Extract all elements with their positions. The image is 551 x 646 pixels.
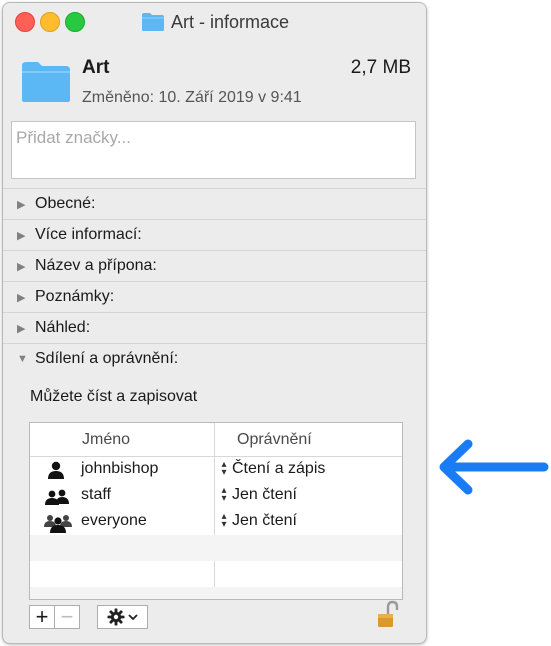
sections-list: ▶ Obecné: ▶ Více informací: ▶ Název a př…	[3, 188, 426, 374]
permission-popup[interactable]: ▴ ▾ Čtení a zápis	[218, 460, 325, 478]
empty-row	[30, 561, 402, 587]
info-window: Art - informace Art 2,7 MB Změněno: 10. …	[2, 2, 427, 644]
file-size: 2,7 MB	[350, 57, 411, 78]
file-header: Art 2,7 MB Změněno: 10. Září 2019 v 9:41	[3, 39, 426, 119]
title-bar: Art - informace	[3, 3, 426, 39]
permission-value: Jen čtení	[232, 486, 297, 503]
popup-arrows-icon: ▴ ▾	[221, 459, 227, 478]
disclosure-triangle-icon: ▶	[17, 260, 26, 273]
popup-arrows-icon: ▴ ▾	[221, 511, 227, 530]
empty-row	[30, 535, 402, 561]
everyone-icon	[44, 515, 72, 533]
disclosure-triangle-icon: ▶	[17, 198, 26, 211]
window-title: Art - informace	[141, 11, 289, 33]
annotation-arrow-icon	[439, 439, 549, 495]
group-icon	[45, 489, 69, 505]
disclosure-triangle-open-icon: ▼	[17, 353, 28, 365]
permission-value: Jen čtení	[232, 512, 297, 529]
table-row[interactable]: staff ▴ ▾ Jen čtení	[30, 483, 402, 509]
folder-icon	[142, 13, 164, 31]
permission-value: Čtení a zápis	[232, 460, 326, 477]
user-name: everyone	[81, 512, 147, 529]
disclosure-triangle-icon: ▶	[17, 322, 26, 335]
table-header: Jméno Oprávnění	[30, 423, 402, 457]
section-label: Náhled:	[35, 319, 91, 336]
add-remove-buttons: + −	[29, 604, 80, 629]
empty-row	[30, 587, 402, 599]
file-name: Art	[82, 57, 110, 78]
permission-popup[interactable]: ▴ ▾ Jen čtení	[218, 511, 297, 530]
table-row[interactable]: johnbishop ▴ ▾ Čtení a zápis	[30, 457, 402, 483]
section-label: Obecné:	[35, 195, 96, 212]
permissions-table: Jméno Oprávnění johnbishop ▴ ▾ Čtení a zá…	[29, 422, 403, 600]
section-name-extension[interactable]: ▶ Název a přípona:	[3, 250, 426, 281]
section-sharing-permissions[interactable]: ▼ Sdílení a oprávnění:	[3, 343, 426, 374]
popup-arrows-icon: ▴ ▾	[221, 485, 227, 504]
action-menu-button[interactable]	[97, 605, 148, 629]
section-label: Sdílení a oprávnění:	[35, 350, 179, 367]
remove-user-button[interactable]: −	[55, 604, 79, 629]
table-row[interactable]: everyone ▴ ▾ Jen čtení	[30, 509, 402, 535]
section-more-info[interactable]: ▶ Více informací:	[3, 219, 426, 250]
column-header-name[interactable]: Jméno	[82, 431, 130, 449]
zoom-button[interactable]	[65, 12, 85, 32]
folder-icon	[22, 62, 70, 102]
user-icon	[48, 461, 64, 479]
column-header-permission[interactable]: Oprávnění	[237, 431, 312, 449]
add-user-button[interactable]: +	[30, 604, 55, 629]
permission-popup[interactable]: ▴ ▾ Jen čtení	[218, 485, 297, 504]
minimize-button[interactable]	[40, 12, 60, 32]
user-name: staff	[81, 486, 111, 503]
section-label: Více informací:	[35, 226, 142, 243]
tags-placeholder: Přidat značky...	[16, 128, 131, 147]
section-label: Název a přípona:	[35, 257, 157, 274]
disclosure-triangle-icon: ▶	[17, 291, 26, 304]
section-label: Poznámky:	[35, 288, 115, 305]
modified-date: Změněno: 10. Září 2019 v 9:41	[82, 89, 302, 106]
section-comments[interactable]: ▶ Poznámky:	[3, 281, 426, 312]
window-title-text: Art - informace	[171, 11, 290, 32]
permissions-toolbar: + −	[29, 600, 403, 631]
section-general[interactable]: ▶ Obecné:	[3, 188, 426, 219]
close-button[interactable]	[15, 12, 35, 32]
gear-icon	[107, 608, 125, 626]
lock-icon[interactable]	[376, 599, 400, 631]
permission-summary: Můžete číst a zapisovat	[30, 388, 198, 405]
disclosure-triangle-icon: ▶	[17, 229, 26, 242]
chevron-down-icon	[128, 613, 138, 620]
user-name: johnbishop	[81, 460, 159, 477]
tags-field[interactable]: Přidat značky...	[11, 121, 416, 179]
section-preview[interactable]: ▶ Náhled:	[3, 312, 426, 343]
